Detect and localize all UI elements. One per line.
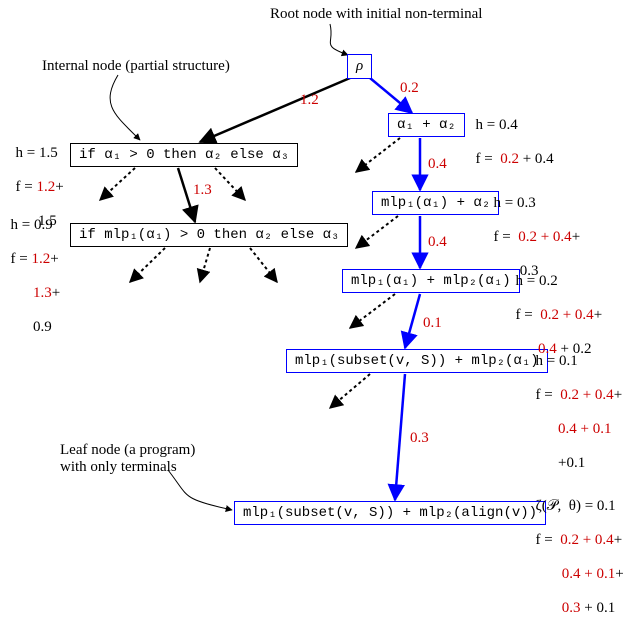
edge-cost-root-blue1: 0.2 [400,80,419,97]
edge-cost-u3-u4: 0.1 [423,315,442,332]
edge-cost-u1-u2: 0.4 [428,156,447,173]
node-black-2: if mlp₁(α₁) > 0 then α₂ else α₃ [70,223,348,247]
node-black-1: if α₁ > 0 then α₂ else α₃ [70,143,298,167]
caption-leaf: Leaf node (a program) with only terminal… [60,442,195,476]
curly-arrow-root [330,24,348,55]
hf-blue1: h = 0.4 f = 0.2 + 0.4 [468,100,554,168]
curly-arrow-leaf [168,470,232,510]
edge-cost-root-black1: 1.2 [300,92,319,109]
edge-cost-u4-u5: 0.3 [410,430,429,447]
edge-cost-b1-b2: 1.3 [193,182,212,199]
node-blue-2: mlp₁(α₁) + α₂ [372,191,499,215]
node-root: ρ [347,54,372,79]
node-blue-1: α₁ + α₂ [388,113,465,137]
caption-internal: Internal node (partial structure) [42,58,230,75]
curly-arrow-internal [110,75,140,140]
caption-root: Root node with initial non-terminal [270,6,482,23]
edge-cost-u2-u3: 0.4 [428,234,447,251]
hf-blue5: ζ(𝒫, θ) = 0.1 f = 0.2 + 0.4+ 0.4 + 0.1+ … [528,480,624,617]
hf-black2: h = 0.9 f = 1.2+ 1.3+ 0.9 [3,200,60,336]
hf-blue4: h = 0.1 f = 0.2 + 0.4+ 0.4 + 0.1 +0.1 [528,336,622,472]
node-blue-5: mlp₁(subset(v, S)) + mlp₂(align(v)) [234,501,546,525]
